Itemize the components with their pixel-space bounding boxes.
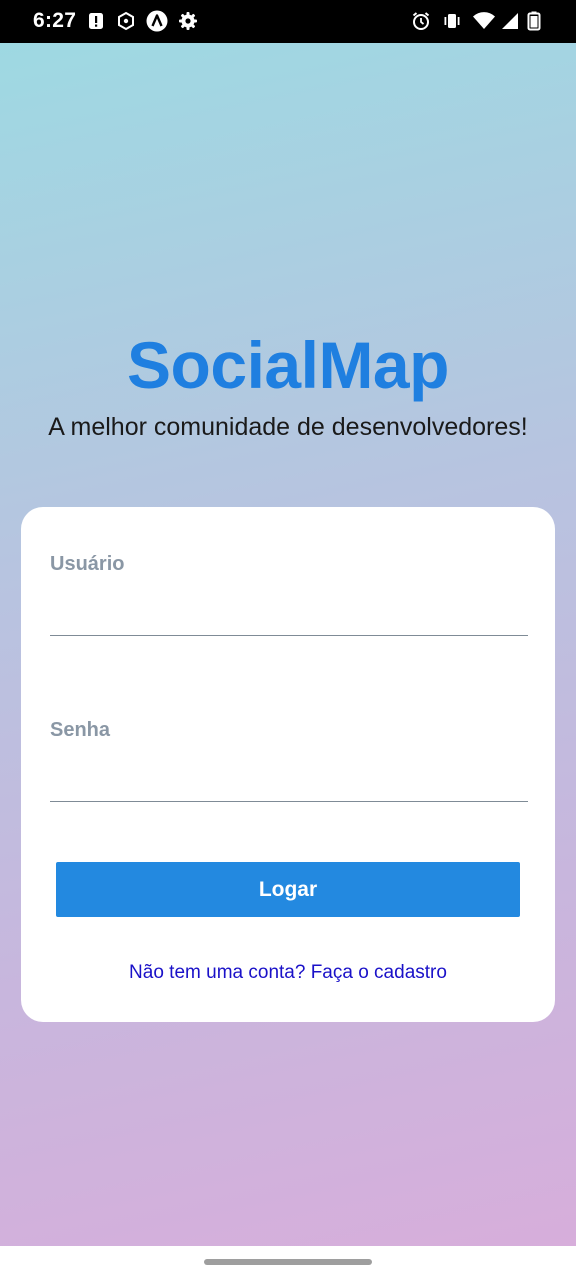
password-label: Senha: [50, 719, 111, 741]
alarm-icon: [412, 12, 430, 30]
signup-link[interactable]: Não tem uma conta? Faça o cadastro: [21, 962, 555, 984]
home-gesture-handle[interactable]: [204, 1259, 372, 1265]
battery-icon: [527, 11, 541, 31]
app-title: SocialMap: [127, 328, 449, 402]
login-button[interactable]: Logar: [56, 862, 520, 917]
navigation-bar: [0, 1246, 576, 1280]
notification-alert-icon: [89, 13, 103, 29]
a-app-icon: [146, 10, 168, 32]
username-label: Usuário: [50, 553, 125, 575]
status-time: 6:27: [33, 9, 77, 32]
vibrate-icon: [444, 14, 460, 28]
wifi-icon: [473, 12, 495, 29]
login-card: Usuário Senha Logar Não tem uma conta? F…: [21, 507, 555, 1022]
settings-gear-icon: [179, 12, 197, 30]
password-input[interactable]: [50, 765, 528, 802]
username-input[interactable]: [50, 599, 528, 636]
hexagon-app-icon: [118, 11, 134, 31]
login-screen: SocialMap A melhor comunidade de desenvo…: [0, 43, 576, 1246]
app-subtitle: A melhor comunidade de desenvolvedores!: [48, 413, 528, 441]
status-bar: 6:27: [0, 0, 576, 43]
signal-icon: [502, 13, 518, 29]
